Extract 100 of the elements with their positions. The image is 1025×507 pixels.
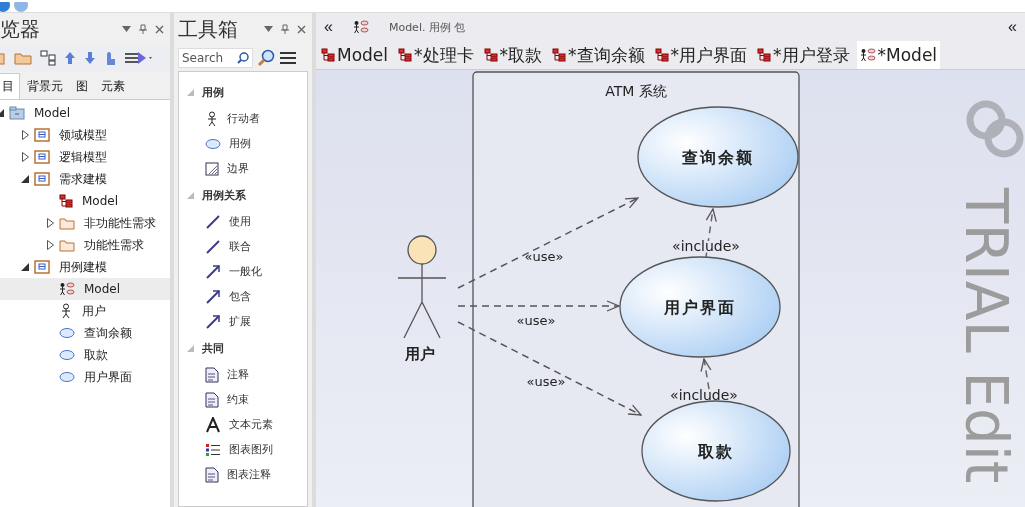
search-field[interactable]: Search [178, 48, 253, 68]
use-case-diagram-icon [59, 281, 75, 297]
package-icon [34, 260, 50, 274]
class-diagram-icon [552, 48, 567, 62]
use-case-label: 用户界面 [664, 298, 736, 317]
diagram-tab[interactable]: *Model [856, 41, 941, 69]
search-icon[interactable] [257, 49, 275, 67]
expand-icon[interactable] [46, 240, 54, 250]
dropdown-icon[interactable] [264, 26, 273, 32]
connector-label: «include» [672, 238, 740, 254]
ellipse-icon [59, 327, 75, 339]
actor-label: 用户 [405, 345, 435, 363]
collapse-icon[interactable] [21, 175, 29, 183]
toolbox-item[interactable]: 行动者 [179, 106, 307, 131]
toolbox-item[interactable]: 图表图列 [179, 437, 307, 462]
close-icon[interactable] [297, 24, 306, 34]
group-title: 用例 [202, 84, 224, 100]
connector-label: «use» [516, 313, 556, 328]
toolbox-item[interactable]: 注释 [179, 362, 307, 387]
tree-item[interactable]: 取款 [0, 344, 170, 366]
expand-icon[interactable] [46, 218, 54, 228]
tree-item-label: 用户界面 [84, 368, 132, 386]
tree-item[interactable]: 需求建模 [0, 168, 170, 190]
toolbox-item[interactable]: 使用 [179, 209, 307, 234]
hierarchy-icon[interactable] [40, 50, 56, 66]
tree-item[interactable]: Model [0, 102, 170, 124]
tree-item-label: 非功能性需求 [84, 214, 156, 232]
class-diagram-icon [757, 48, 772, 62]
note-icon [205, 391, 219, 408]
folder-icon [59, 238, 75, 252]
note-icon [205, 366, 219, 383]
arrow-icon [205, 263, 221, 280]
diagram-tab[interactable]: *查询余额 [549, 41, 648, 69]
connector-label: «include» [670, 387, 738, 403]
tree-item-label: Model [82, 194, 119, 208]
toolbox-item[interactable]: 文本元素 [179, 412, 307, 437]
down-arrow-icon[interactable] [84, 51, 96, 65]
toolbox-item[interactable]: 一般化 [179, 259, 307, 284]
actor-icon [59, 303, 73, 319]
tree-item-label: 需求建模 [59, 170, 107, 188]
font-icon [205, 416, 221, 433]
menu-icon[interactable] [279, 51, 297, 65]
tree-item-label: 取款 [84, 346, 108, 364]
tree-item[interactable]: 非功能性需求 [0, 212, 170, 234]
toolbox-item[interactable]: 约束 [179, 387, 307, 412]
dropdown-icon[interactable] [122, 26, 131, 32]
close-icon[interactable] [155, 24, 164, 34]
boundary-title: ATM 系统 [605, 83, 667, 99]
package-icon [34, 150, 50, 164]
class-diagram-icon [398, 48, 413, 62]
tree-item-label: Model [34, 106, 71, 120]
pin-icon[interactable] [281, 24, 289, 34]
up-arrow-icon[interactable] [64, 51, 76, 65]
group-title: 共同 [202, 340, 224, 356]
trial-watermark: TRIAL Edit [952, 188, 1020, 484]
tree-item[interactable]: Model [0, 190, 170, 212]
pin-icon[interactable] [139, 24, 147, 34]
tree-item[interactable]: 用户 [0, 300, 170, 322]
expand-icon[interactable] [21, 152, 29, 162]
ellipse-icon [59, 349, 75, 361]
toolbox-item[interactable]: 包含 [179, 284, 307, 309]
diagram-tab[interactable]: *取款 [480, 41, 546, 69]
collapse-button[interactable]: « [1008, 18, 1017, 36]
tab[interactable]: 图 [70, 73, 94, 99]
tab[interactable]: 元素 [95, 73, 131, 99]
class-diagram-icon [654, 48, 669, 62]
tree-item[interactable]: Model [0, 278, 170, 300]
toolbox-item[interactable]: 联合 [179, 234, 307, 259]
arrow-icon [205, 288, 221, 305]
tab[interactable]: 目 [0, 73, 20, 99]
diagram-tab[interactable]: *用户界面 [651, 41, 751, 69]
tree-item[interactable]: 领域模型 [0, 124, 170, 146]
use-case-label: 取款 [698, 442, 734, 461]
tree-item-label: 用户 [82, 302, 106, 320]
diagram-tab[interactable]: *用户登录 [754, 41, 853, 69]
collapse-button[interactable]: « [324, 18, 333, 36]
toolbox-item[interactable]: 用例 [179, 131, 307, 156]
search-icon [237, 52, 249, 64]
collapse-icon[interactable] [21, 263, 29, 271]
toolbox-item[interactable]: 扩展 [179, 309, 307, 334]
expand-icon[interactable] [21, 130, 29, 140]
tree-item-label: Model [84, 282, 121, 296]
package-icon [34, 128, 50, 142]
tab[interactable]: 背景元 [21, 73, 69, 99]
tree-item[interactable]: 功能性需求 [0, 234, 170, 256]
tree-item[interactable]: 逻辑模型 [0, 146, 170, 168]
legend-icon [205, 442, 221, 457]
diagram-tab[interactable]: *处理卡 [395, 41, 477, 69]
arrow-menu-icon[interactable] [124, 51, 154, 65]
class-diagram-icon [59, 194, 73, 208]
diagram-tab[interactable]: Model [318, 41, 392, 69]
panel-title: 工具箱 [178, 15, 239, 43]
tree-item-label: 领域模型 [59, 126, 107, 144]
tree-item-label: 用例建模 [59, 258, 107, 276]
toolbox-item[interactable]: 边界 [179, 156, 307, 181]
note-icon [205, 466, 219, 483]
tree-item[interactable]: 用例建模 [0, 256, 170, 278]
tree-item[interactable]: 用户界面 [0, 366, 170, 388]
toolbox-item[interactable]: 图表注释 [179, 462, 307, 487]
tree-item[interactable]: 查询余额 [0, 322, 170, 344]
